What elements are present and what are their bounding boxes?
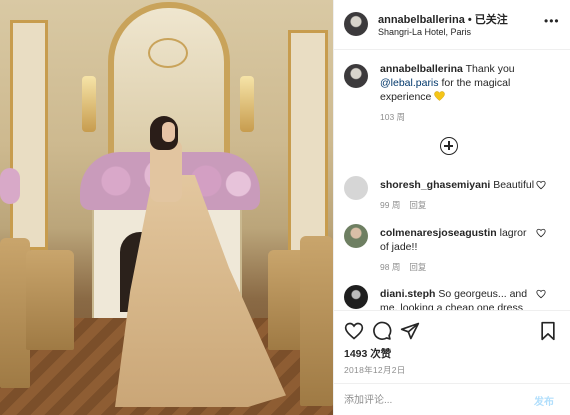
comment-body: Beautiful (490, 179, 535, 191)
username-link[interactable]: annabelballerina (380, 63, 463, 75)
caption-part: Thank you (462, 63, 515, 75)
add-comment-bar: 发布 (334, 383, 570, 415)
person-face (162, 122, 175, 142)
reply-button[interactable]: 回复 (409, 262, 426, 272)
like-count[interactable]: 1493 次赞 (344, 346, 391, 361)
chandelier (148, 38, 188, 68)
wall-sconce (82, 76, 96, 132)
wall-panel (10, 20, 48, 250)
wall-sconce (240, 76, 254, 132)
separator: • (464, 14, 475, 26)
caption-text: annabelballerina Thank you @lebal.paris … (380, 62, 558, 104)
chair (26, 250, 74, 350)
heart-outline-icon[interactable] (536, 289, 546, 299)
caption-time: 103 周 (380, 112, 406, 122)
heart-outline-icon[interactable] (536, 180, 546, 190)
comment-time: 99 周 (380, 200, 401, 210)
more-options-icon[interactable]: ••• (544, 14, 560, 28)
wall-panel (288, 30, 328, 260)
comment-time: 98 周 (380, 262, 401, 272)
header-line: annabelballerina • 已关注 (378, 11, 508, 27)
post-sidebar: annabelballerina • 已关注 Shangri-La Hotel,… (333, 0, 570, 415)
mention-link[interactable]: @lebal.paris (380, 77, 439, 89)
reply-button[interactable]: 回复 (409, 200, 426, 210)
comment-text: colmenaresjoseagustin lagror of jade!! (380, 226, 538, 254)
post-comment-button[interactable]: 发布 (534, 393, 554, 408)
avatar[interactable] (344, 285, 368, 309)
flower-arrangement (0, 168, 20, 204)
username-link[interactable]: annabelballerina (378, 14, 465, 26)
username-link[interactable]: colmenaresjoseagustin (380, 227, 497, 239)
following-button[interactable]: 已关注 (475, 14, 508, 26)
chair (300, 236, 333, 406)
load-more-comments-icon[interactable] (440, 137, 458, 155)
avatar[interactable] (344, 224, 368, 248)
comment-text: shoresh_ghasemiyani Beautiful (380, 178, 538, 192)
heart-outline-icon[interactable] (536, 228, 546, 238)
comment-meta: 99 周回复 (380, 199, 426, 211)
username-link[interactable]: shoresh_ghasemiyani (380, 179, 490, 191)
yellow-heart-icon (434, 91, 446, 101)
share-paper-plane-icon[interactable] (400, 321, 420, 341)
avatar[interactable] (344, 176, 368, 200)
bookmark-icon[interactable] (538, 321, 558, 341)
comment-input[interactable] (344, 392, 514, 408)
username-link[interactable]: diani.steph (380, 288, 435, 300)
comment-bubble-icon[interactable] (372, 321, 392, 341)
location-link[interactable]: Shangri-La Hotel, Paris (378, 27, 471, 37)
post-photo[interactable] (0, 0, 333, 415)
post-date: 2018年12月2日 (344, 365, 406, 375)
post-actions: 1493 次赞 2018年12月2日 发布 (334, 310, 570, 414)
post-header: annabelballerina • 已关注 Shangri-La Hotel,… (334, 0, 570, 50)
avatar[interactable] (344, 64, 368, 88)
avatar[interactable] (344, 12, 368, 36)
comment-meta: 98 周回复 (380, 261, 426, 273)
like-heart-icon[interactable] (344, 321, 364, 341)
